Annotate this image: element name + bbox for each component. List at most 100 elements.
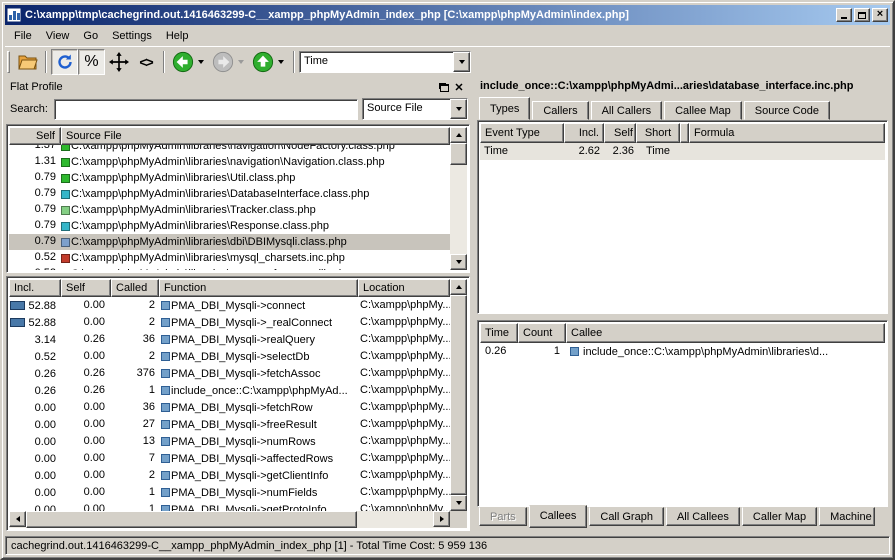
column-header-callee[interactable]: Callee <box>566 323 885 343</box>
source-file-row[interactable]: 0.79 C:\xampp\phpMyAdmin\libraries\Track… <box>9 202 450 218</box>
scroll-down-button[interactable] <box>450 495 467 511</box>
tab[interactable]: Source Code <box>744 101 830 120</box>
source-file-row[interactable]: 0.79 C:\xampp\phpMyAdmin\libraries\Respo… <box>9 218 450 234</box>
function-row[interactable]: 0.26 0.26 376 PMA_DBI_Mysqli->fetchAssoc… <box>9 365 450 382</box>
scrollbar-thumb[interactable] <box>450 143 467 165</box>
column-header-time[interactable]: Time <box>480 323 518 343</box>
menu-item[interactable]: View <box>39 28 77 44</box>
function-icon <box>161 488 170 497</box>
function-row[interactable]: 0.00 0.00 1 PMA_DBI_Mysqli->numFields C:… <box>9 484 450 501</box>
tab[interactable]: Callees <box>529 505 588 528</box>
open-file-button[interactable] <box>14 49 41 75</box>
tab[interactable]: Parts <box>479 507 527 526</box>
group-by-combobox[interactable]: Source File <box>362 98 468 120</box>
function-row[interactable]: 0.00 0.00 13 PMA_DBI_Mysqli->numRows C:\… <box>9 433 450 450</box>
tab[interactable]: Caller Map <box>742 507 817 526</box>
source-file-row[interactable]: 0.52 C:\xampp\phpMyAdmin\libraries\mysql… <box>9 250 450 266</box>
scroll-left-button[interactable] <box>9 511 26 527</box>
callee-row[interactable]: 0.26 1 include_once::C:\xampp\phpMyAdmin… <box>480 343 885 360</box>
tab[interactable]: Callee Map <box>664 101 742 120</box>
function-row[interactable]: 0.26 0.26 1 include_once::C:\xampp\phpMy… <box>9 382 450 399</box>
forward-button[interactable] <box>209 49 236 75</box>
relative-percent-button[interactable]: % <box>78 49 105 75</box>
vertical-scrollbar[interactable] <box>450 127 467 270</box>
function-row[interactable]: 3.14 0.26 36 PMA_DBI_Mysqli->realQuery C… <box>9 331 450 348</box>
menu-item[interactable]: File <box>7 28 39 44</box>
scroll-up-button[interactable] <box>450 279 467 295</box>
float-panel-button[interactable] <box>436 81 450 94</box>
tab[interactable]: Machine <box>819 507 875 526</box>
horizontal-scrollbar[interactable] <box>9 511 450 528</box>
menu-item[interactable]: Settings <box>105 28 159 44</box>
minimize-button[interactable] <box>836 8 852 22</box>
column-header-source-file[interactable]: Source File <box>61 127 450 145</box>
forward-dropdown-caret[interactable] <box>238 60 244 64</box>
function-row[interactable]: 52.88 0.00 2 PMA_DBI_Mysqli->connect C:\… <box>9 297 450 314</box>
function-icon <box>161 301 170 310</box>
flat-profile-header[interactable]: Flat Profile ✕ <box>6 78 470 96</box>
scroll-up-button[interactable] <box>450 127 467 143</box>
tab[interactable]: Call Graph <box>589 507 664 526</box>
vertical-scrollbar[interactable] <box>450 279 467 511</box>
column-header-formula[interactable]: Formula <box>689 123 885 143</box>
title-bar[interactable]: C:\xampp\tmp\cachegrind.out.1416463299-C… <box>5 5 890 25</box>
callees-table: Time Count Callee 0.26 1 include_once::C… <box>477 320 888 507</box>
column-header-location[interactable]: Location <box>358 279 450 297</box>
forward-icon <box>212 51 234 73</box>
column-header-self[interactable]: Self <box>9 127 61 145</box>
menu-item[interactable]: Go <box>76 28 105 44</box>
column-header-short[interactable]: Short <box>636 123 680 143</box>
search-input[interactable] <box>54 99 358 120</box>
function-row[interactable]: 0.00 0.00 1 PMA_DBI_Mysqli->getProtoInfo… <box>9 501 450 511</box>
column-header-called[interactable]: Called <box>111 279 159 297</box>
source-file-row[interactable]: 1.31 C:\xampp\phpMyAdmin\libraries\navig… <box>9 154 450 170</box>
scroll-down-button[interactable] <box>450 254 467 270</box>
up-dropdown-caret[interactable] <box>278 60 284 64</box>
scrollbar-thumb[interactable] <box>450 295 467 495</box>
function-row[interactable]: 0.52 0.00 2 PMA_DBI_Mysqli->selectDb C:\… <box>9 348 450 365</box>
close-panel-button[interactable]: ✕ <box>452 81 466 94</box>
toolbar-handle[interactable] <box>7 51 10 73</box>
column-header-incl[interactable]: Incl. <box>9 279 61 297</box>
expand-areas-button[interactable] <box>105 49 132 75</box>
close-button[interactable]: × <box>872 8 888 22</box>
minimize-icon <box>841 11 847 19</box>
function-row[interactable]: 0.00 0.00 27 PMA_DBI_Mysqli->freeResult … <box>9 416 450 433</box>
function-row[interactable]: 0.00 0.00 2 PMA_DBI_Mysqli->getClientInf… <box>9 467 450 484</box>
column-header-self[interactable]: Self <box>61 279 111 297</box>
column-header-spacer[interactable] <box>680 123 689 143</box>
source-file-row[interactable]: 0.79 C:\xampp\phpMyAdmin\libraries\dbi\D… <box>9 234 450 250</box>
back-dropdown-caret[interactable] <box>198 60 204 64</box>
scrollbar-track[interactable] <box>450 165 467 254</box>
reload-button[interactable] <box>51 49 78 75</box>
function-row[interactable]: 0.00 0.00 36 PMA_DBI_Mysqli->fetchRow C:… <box>9 399 450 416</box>
tab[interactable]: All Callers <box>591 101 663 120</box>
menu-item[interactable]: Help <box>159 28 196 44</box>
column-header-self[interactable]: Self <box>604 123 636 143</box>
column-header-count[interactable]: Count <box>518 323 566 343</box>
source-file-row[interactable]: 1.37 C:\xampp\phpMyAdmin\libraries\navig… <box>9 145 450 154</box>
column-header-event-type[interactable]: Event Type <box>480 123 564 143</box>
tab[interactable]: Callers <box>532 101 588 120</box>
combo-dropdown-button[interactable] <box>453 52 470 72</box>
scrollbar-thumb[interactable] <box>26 511 357 528</box>
maximize-button[interactable] <box>854 8 870 22</box>
tab[interactable]: All Callees <box>666 507 740 526</box>
source-file-row[interactable]: 0.79 C:\xampp\phpMyAdmin\libraries\Datab… <box>9 186 450 202</box>
combo-dropdown-button[interactable] <box>450 99 467 119</box>
arrow-up-icon <box>456 133 462 137</box>
up-button[interactable] <box>249 49 276 75</box>
source-file-row[interactable]: 0.52 C:\xampp\phpMyAdmin\libraries\user_… <box>9 266 450 270</box>
event-type-row[interactable]: Time 2.62 2.36 Time <box>480 143 885 160</box>
function-row[interactable]: 0.00 0.00 7 PMA_DBI_Mysqli->affectedRows… <box>9 450 450 467</box>
back-button[interactable] <box>169 49 196 75</box>
detect-cycles-button[interactable]: <> <box>132 49 159 75</box>
scroll-right-button[interactable] <box>433 511 450 527</box>
function-row[interactable]: 52.88 0.00 2 PMA_DBI_Mysqli->_realConnec… <box>9 314 450 331</box>
scrollbar-track[interactable] <box>357 511 433 528</box>
source-file-row[interactable]: 0.79 C:\xampp\phpMyAdmin\libraries\Util.… <box>9 170 450 186</box>
event-type-combobox[interactable]: Time <box>299 51 471 73</box>
column-header-function[interactable]: Function <box>159 279 358 297</box>
tab[interactable]: Types <box>479 97 530 120</box>
column-header-incl[interactable]: Incl. <box>564 123 604 143</box>
